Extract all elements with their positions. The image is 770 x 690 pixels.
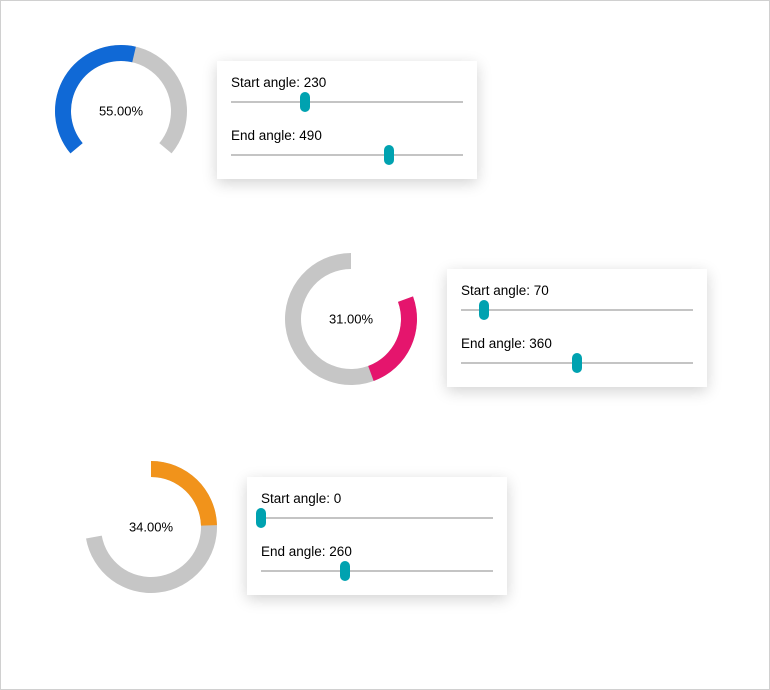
- gauge-3-label: 34.00%: [71, 520, 231, 535]
- end-angle-label-1: End angle: 490: [231, 128, 463, 143]
- slider-thumb[interactable]: [479, 300, 489, 320]
- end-angle-slider-2[interactable]: [461, 353, 693, 373]
- slider-thumb[interactable]: [256, 508, 266, 528]
- controls-card-3: Start angle: 0 End angle: 260: [247, 477, 507, 595]
- start-angle-label-1: Start angle: 230: [231, 75, 463, 90]
- start-angle-row-1: Start angle: 230: [231, 75, 463, 112]
- start-angle-slider-3[interactable]: [261, 508, 493, 528]
- gauge-1-label: 55.00%: [41, 104, 201, 119]
- end-angle-row-2: End angle: 360: [461, 336, 693, 373]
- slider-thumb[interactable]: [384, 145, 394, 165]
- gauge-fill: [151, 461, 217, 526]
- controls-card-1: Start angle: 230 End angle: 490: [217, 61, 477, 179]
- slider-thumb[interactable]: [300, 92, 310, 112]
- end-angle-slider-1[interactable]: [231, 145, 463, 165]
- gauge-2: 31.00%: [271, 239, 431, 399]
- start-angle-slider-1[interactable]: [231, 92, 463, 112]
- end-angle-label-2: End angle: 360: [461, 336, 693, 351]
- end-angle-row-1: End angle: 490: [231, 128, 463, 165]
- start-angle-slider-2[interactable]: [461, 300, 693, 320]
- start-angle-row-3: Start angle: 0: [261, 491, 493, 528]
- start-angle-row-2: Start angle: 70: [461, 283, 693, 320]
- frame: 55.00% Start angle: 230 End angle: 490 3…: [0, 0, 770, 690]
- slider-track: [461, 310, 693, 311]
- gauge-group-1: 55.00%: [41, 31, 201, 191]
- slider-track: [231, 155, 463, 156]
- gauge-2-label: 31.00%: [271, 312, 431, 327]
- gauge-3: 34.00%: [71, 447, 231, 607]
- end-angle-slider-3[interactable]: [261, 561, 493, 581]
- slider-thumb[interactable]: [340, 561, 350, 581]
- start-angle-label-3: Start angle: 0: [261, 491, 493, 506]
- slider-track: [261, 518, 493, 519]
- end-angle-label-3: End angle: 260: [261, 544, 493, 559]
- gauge-fill: [368, 296, 417, 381]
- slider-track: [231, 102, 463, 103]
- slider-thumb[interactable]: [572, 353, 582, 373]
- slider-track: [261, 571, 493, 572]
- controls-card-2: Start angle: 70 End angle: 360: [447, 269, 707, 387]
- gauge-1: 55.00%: [41, 31, 201, 191]
- gauge-group-3: 34.00%: [71, 447, 231, 607]
- end-angle-row-3: End angle: 260: [261, 544, 493, 581]
- start-angle-label-2: Start angle: 70: [461, 283, 693, 298]
- gauge-group-2: 31.00%: [271, 239, 431, 399]
- gauge-fill: [55, 45, 136, 153]
